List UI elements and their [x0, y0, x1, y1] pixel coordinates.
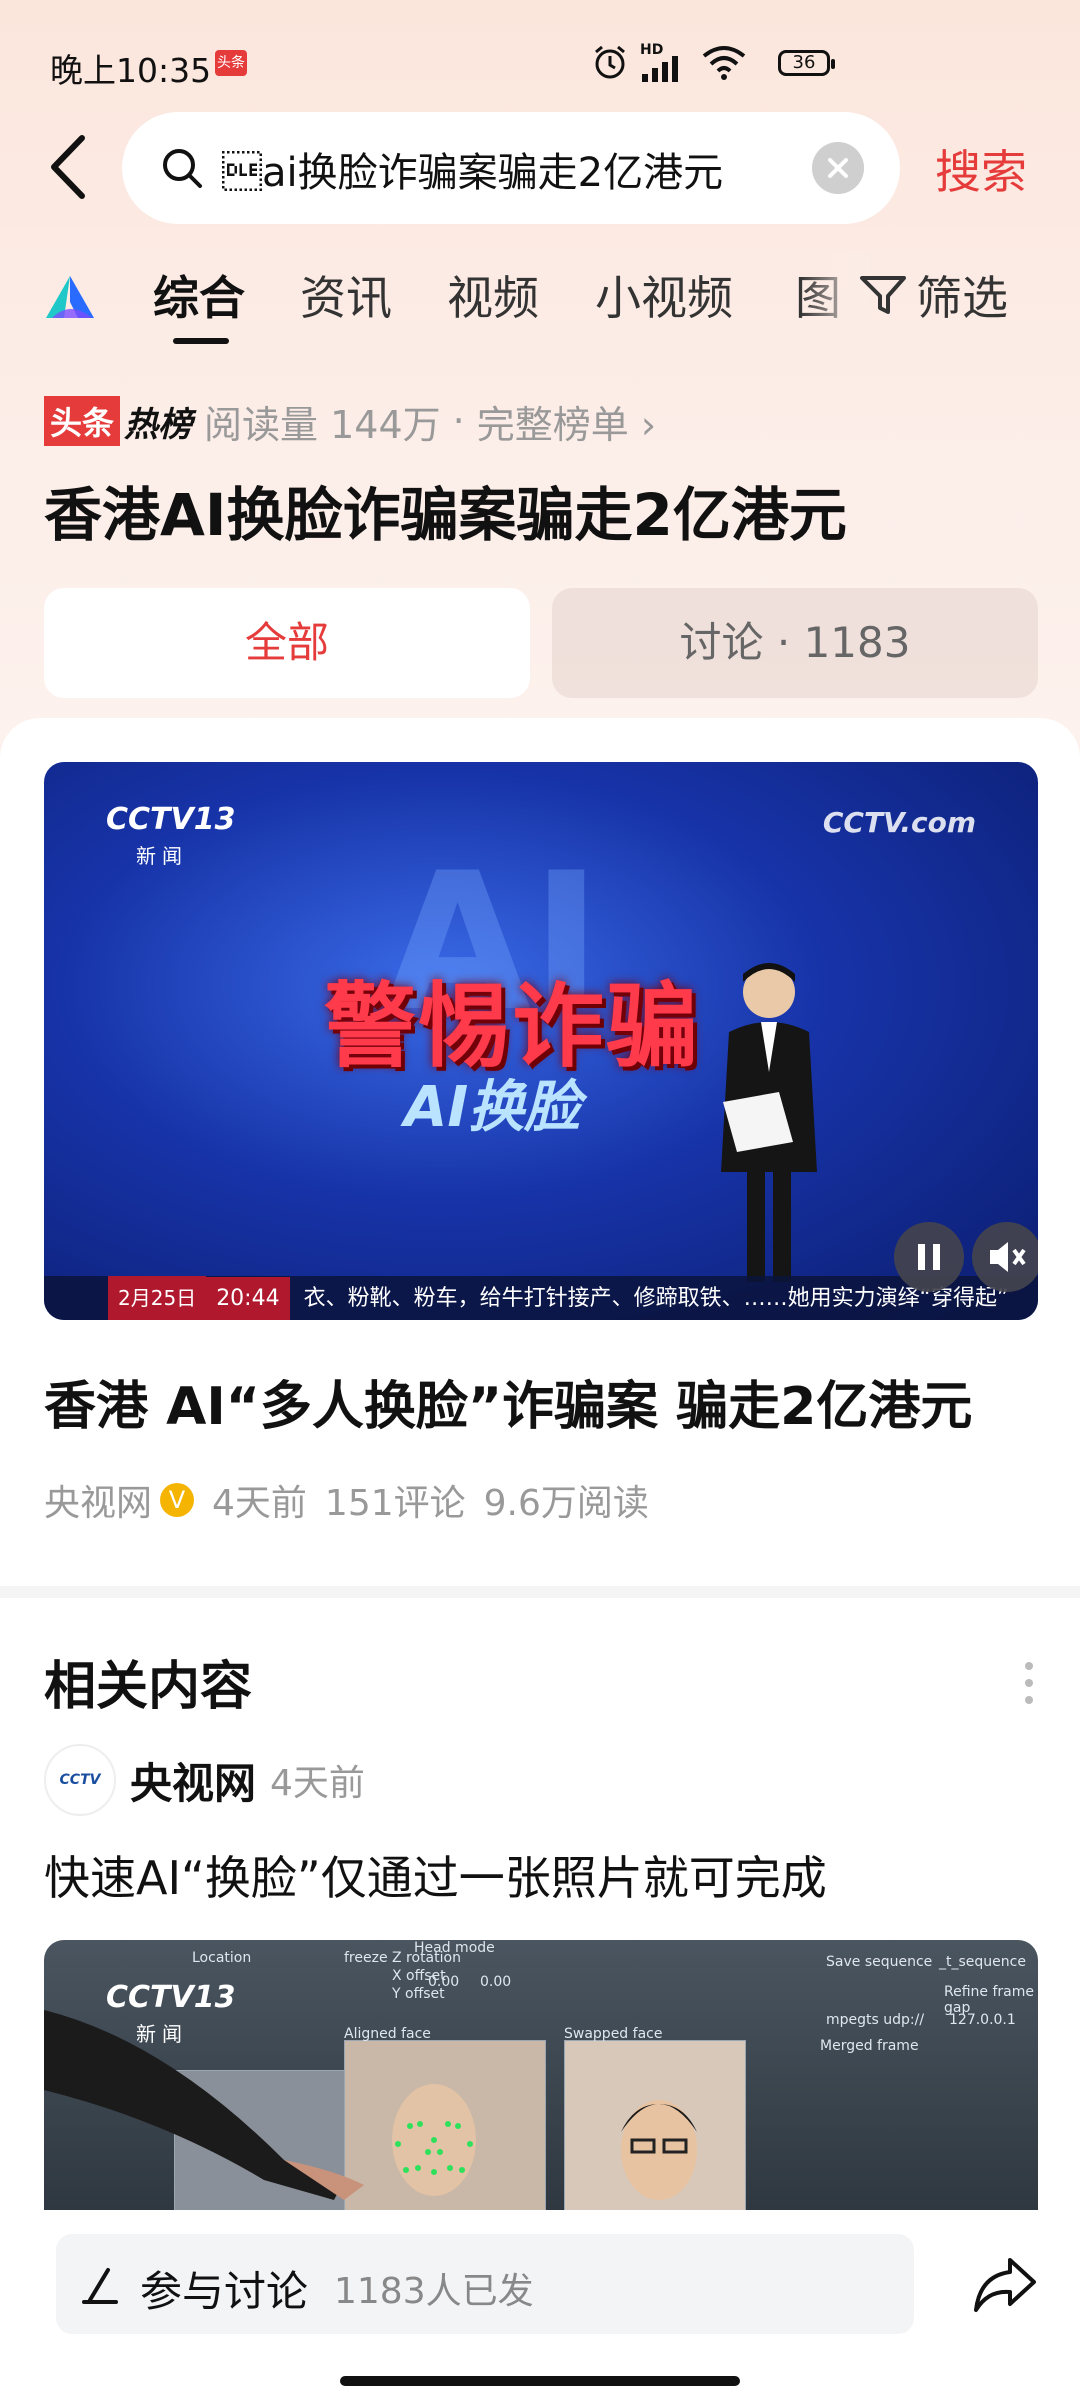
toutiao-hotlist-badge: 头条 热榜 — [44, 396, 192, 446]
home-indicator[interactable] — [340, 2376, 740, 2386]
cctv13-logo: CCTV13 — [106, 802, 236, 837]
filter-label: 筛选 — [916, 271, 1008, 325]
thumb-ui-label: Save sequence — [826, 1954, 933, 1970]
segment-all[interactable]: 全部 — [44, 588, 530, 698]
related-source-name: 央视网 — [130, 1758, 257, 1808]
related-video-thumbnail[interactable]: CCTV13 新闻 Aligned face Swapped face Save… — [44, 1940, 1038, 2210]
search-button[interactable]: 搜索 — [935, 136, 1027, 202]
related-time: 4天前 — [270, 1763, 365, 1804]
signal-icon — [642, 56, 678, 82]
tab-short-video[interactable]: 小视频 — [595, 262, 733, 328]
hand-graphic — [44, 2010, 364, 2200]
search-input[interactable]: ai换脸诈骗案骗走2亿港元 — [122, 112, 900, 224]
ticker-date: 2月25日 — [108, 1276, 207, 1320]
ticker-text: 衣、粉靴、粉车，给牛打针接产、修蹄取铁、……她用实力演绎“穿得起” — [303, 1286, 1009, 1311]
face-landmarks-graphic — [392, 2084, 476, 2196]
section-divider — [0, 1586, 1080, 1598]
person-face-graphic — [621, 2100, 697, 2200]
alarm-icon — [595, 45, 625, 79]
battery-icon: 36 — [778, 50, 835, 76]
wifi-icon — [702, 46, 746, 80]
separator-dot: · — [452, 399, 465, 443]
thumb-ui-label: Refine frame gap — [944, 1984, 1034, 2016]
bottom-bar: 参与讨论 1183人已发 — [0, 2212, 1080, 2400]
cctv-com-watermark: CCTV.com — [822, 806, 976, 839]
filter-button[interactable]: 筛选 — [858, 262, 1008, 328]
status-bar: 晚上10:35 头条 HD 36 — [0, 0, 1080, 120]
discussion-count: 1183人已发 — [334, 2271, 534, 2312]
back-button[interactable] — [40, 132, 100, 202]
thumb-ui-label: _t_sequence — [939, 1954, 1026, 1970]
page-title: 香港AI换脸诈骗案骗走2亿港元 — [44, 481, 847, 549]
search-icon — [163, 149, 202, 188]
article-time: 4天前 — [212, 1483, 307, 1524]
thumb-ui-label: mpegts udp:// — [826, 2012, 925, 2028]
discussion-label: 参与讨论 — [140, 2267, 309, 2316]
more-options-icon[interactable] — [1024, 1660, 1034, 1706]
ticker-time: 20:44 — [206, 1277, 290, 1320]
pause-button[interactable] — [894, 1222, 964, 1292]
verified-icon: V — [160, 1483, 195, 1517]
thumb-ui-label: Swapped face — [564, 2026, 663, 2042]
app-logo-icon — [46, 276, 94, 318]
share-icon[interactable] — [970, 2252, 1040, 2316]
video-player[interactable]: CCTV13 新闻 CCTV.com AI 警惕诈骗 AI换脸 2月25日 20:… — [44, 762, 1038, 1320]
pen-icon — [82, 2268, 118, 2304]
status-time: 晚上10:35 — [50, 51, 212, 90]
thumb-ui-label: Location — [192, 1950, 252, 1966]
thumb-ui-label: Merged frame — [820, 2038, 919, 2054]
news-ticker: 2月25日 20:44 衣、粉靴、粉车，给牛打针接产、修蹄取铁、……她用实力演绎“穿… — [44, 1276, 1038, 1320]
filter-icon — [860, 276, 906, 314]
related-headline[interactable]: 快速AI“换脸”仅通过一张照片就可完成 — [44, 1842, 827, 1908]
cctv13-sublabel: 新闻 — [136, 844, 188, 868]
related-section-title: 相关内容 — [44, 1657, 253, 1717]
tab-comprehensive[interactable]: 综合 — [153, 262, 245, 328]
mute-button[interactable] — [972, 1222, 1038, 1292]
ai-face-subtitle: AI换脸 — [404, 1075, 581, 1140]
related-source-row[interactable]: CCTV 央视网 4天前 — [44, 1744, 365, 1816]
tab-video[interactable]: 视频 — [447, 262, 539, 328]
clear-search-button[interactable] — [812, 142, 864, 194]
full-list-link[interactable]: 完整榜单 › — [477, 394, 656, 449]
article-comments: 151评论 — [324, 1483, 466, 1524]
article-meta: 央视网 V 4天前 151评论 9.6万阅读 — [44, 1474, 649, 1526]
tab-news[interactable]: 资讯 — [300, 262, 392, 328]
discussion-input[interactable]: 参与讨论 1183人已发 — [56, 2234, 914, 2334]
thumb-ui-label: 0.00 — [428, 1974, 460, 1990]
news-anchor-figure — [721, 963, 817, 1282]
toutiao-app-icon: 头条 — [215, 50, 247, 76]
search-query-text: ai换脸诈骗案骗走2亿港元 — [222, 150, 724, 196]
thumb-ui-label: Head mode — [414, 1940, 495, 1956]
article-title[interactable]: 香港 AI“多人换脸”诈骗案 骗走2亿港元 — [44, 1364, 972, 1439]
thumb-ui-label: 0.00 — [480, 1974, 512, 1990]
read-count: 阅读量 144万 — [204, 402, 441, 447]
search-bar: ai换脸诈骗案骗走2亿港元 搜索 — [0, 112, 1080, 224]
active-tab-indicator — [173, 338, 229, 344]
source-avatar: CCTV — [44, 1744, 116, 1816]
hot-list-row[interactable]: 头条 热榜 阅读量 144万 · 完整榜单 › — [44, 393, 656, 449]
article-source[interactable]: 央视网 — [44, 1474, 152, 1526]
segment-discussion[interactable]: 讨论 · 1183 — [552, 588, 1038, 698]
article-reads: 9.6万阅读 — [483, 1483, 649, 1524]
category-tabs: 综合 资讯 视频 小视频 图 筛选 — [0, 250, 1080, 346]
